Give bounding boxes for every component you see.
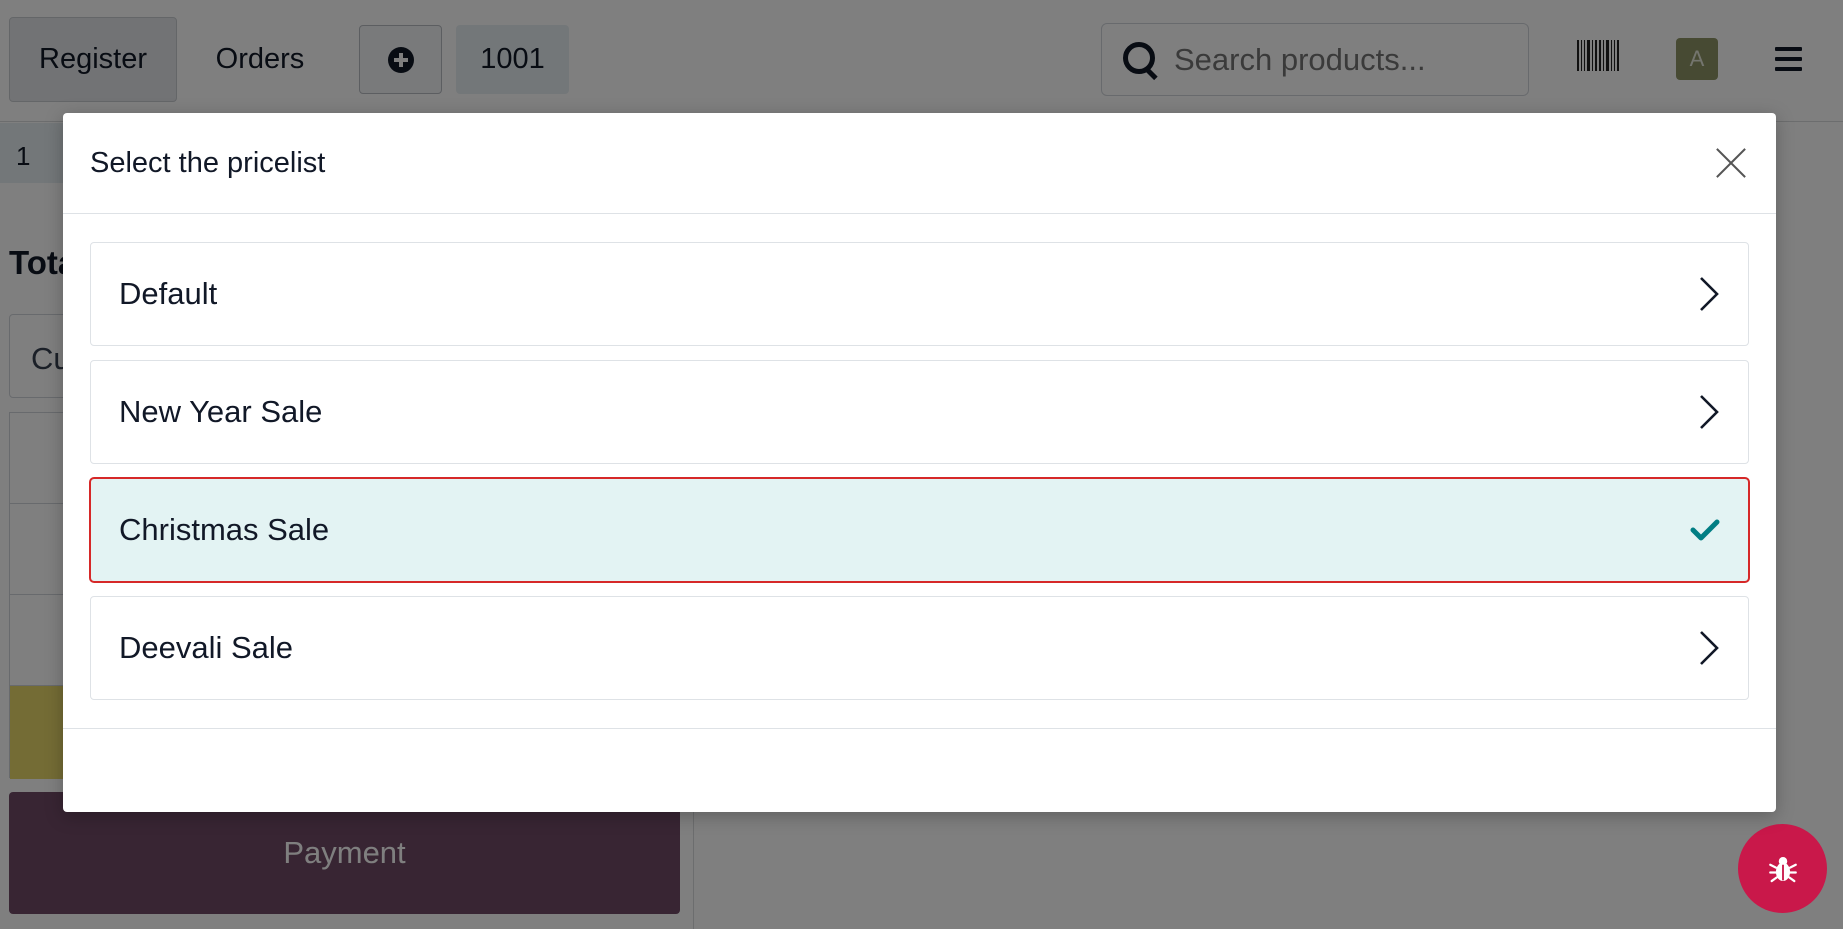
chevron-right-icon bbox=[1700, 277, 1719, 311]
dialog-header: Select the pricelist bbox=[63, 113, 1776, 214]
dialog-footer bbox=[63, 728, 1776, 812]
check-icon bbox=[1690, 519, 1720, 541]
pricelist-list: Default New Year Sale Christmas Sale Dee… bbox=[63, 214, 1776, 700]
chevron-right-icon bbox=[1700, 631, 1719, 665]
bug-icon bbox=[1768, 856, 1797, 882]
pricelist-item-label: Deevali Sale bbox=[119, 630, 294, 665]
pricelist-item-christmas-sale[interactable]: Christmas Sale bbox=[89, 477, 1750, 583]
chevron-right-icon bbox=[1700, 395, 1719, 429]
pricelist-item-label: Default bbox=[119, 276, 218, 311]
debug-button[interactable] bbox=[1738, 824, 1827, 913]
pricelist-dialog: Select the pricelist Default New Year Sa… bbox=[63, 113, 1776, 812]
pricelist-item-label: Christmas Sale bbox=[119, 512, 330, 547]
pricelist-item-new-year-sale[interactable]: New Year Sale bbox=[90, 360, 1749, 464]
pricelist-item-label: New Year Sale bbox=[119, 394, 323, 429]
pricelist-item-default[interactable]: Default bbox=[90, 242, 1749, 346]
close-icon[interactable] bbox=[1716, 148, 1746, 178]
pricelist-item-deevali-sale[interactable]: Deevali Sale bbox=[90, 596, 1749, 700]
dialog-title: Select the pricelist bbox=[90, 146, 326, 179]
